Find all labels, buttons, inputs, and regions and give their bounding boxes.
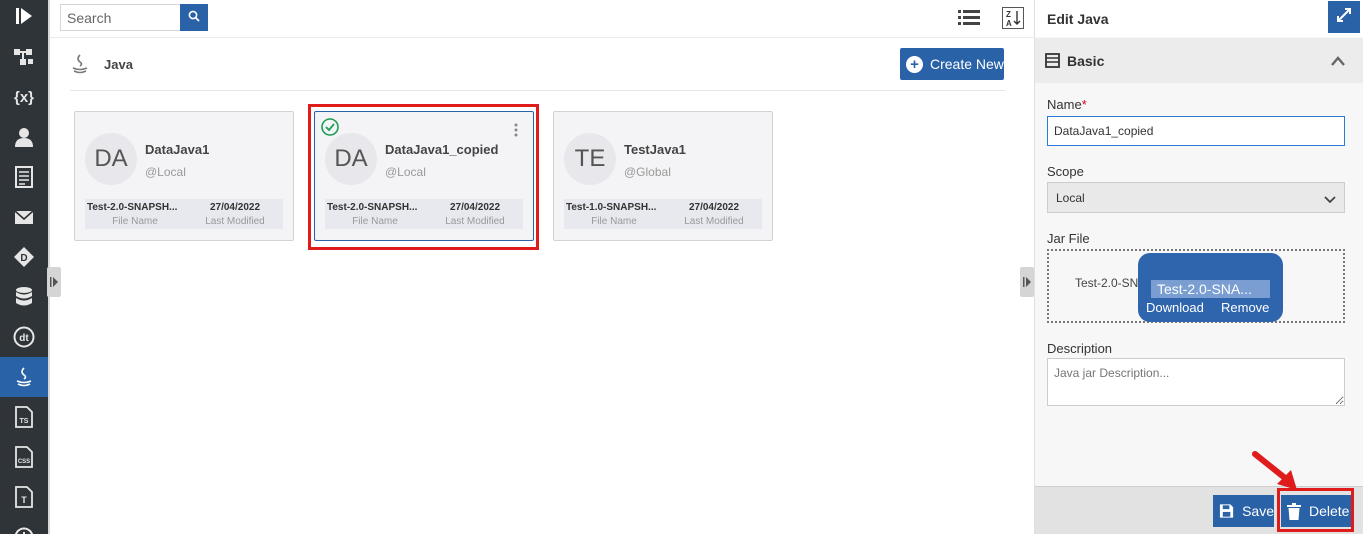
create-new-label: Create New xyxy=(930,56,1004,72)
edit-panel: Edit Java Basic Name* Scope Local xyxy=(1034,0,1363,534)
java-icon[interactable] xyxy=(0,357,48,397)
diamond-icon[interactable]: D xyxy=(0,237,48,277)
avatar: DA xyxy=(325,133,377,185)
jar-file-label: Jar File xyxy=(1047,231,1090,246)
download-link[interactable]: Download xyxy=(1146,300,1204,315)
card-file-name: Test-2.0-SNAPSH... xyxy=(327,202,418,213)
arrow-annotation-icon xyxy=(1252,451,1297,490)
last-modified-label: Last Modified xyxy=(684,216,744,227)
java-icon xyxy=(70,53,90,75)
workflow-icon[interactable] xyxy=(0,37,48,77)
card-info: Test-2.0-SNAPSH... 27/04/2022 File Name … xyxy=(325,199,523,229)
file-name-label: File Name xyxy=(591,216,637,227)
remove-link[interactable]: Remove xyxy=(1221,300,1269,315)
chevron-up-icon[interactable] xyxy=(1330,54,1346,66)
variables-icon[interactable]: {x} xyxy=(0,77,48,117)
card-date: 27/04/2022 xyxy=(209,202,261,213)
file-name-label: File Name xyxy=(352,216,398,227)
avatar: DA xyxy=(85,133,137,185)
card-date: 27/04/2022 xyxy=(688,202,740,213)
database-icon[interactable] xyxy=(0,277,48,317)
svg-text:Z: Z xyxy=(1006,10,1011,19)
collapse-left-handle[interactable] xyxy=(47,267,61,297)
css-file-icon[interactable]: CSS xyxy=(0,437,48,477)
more-options-icon[interactable] xyxy=(513,123,519,137)
last-modified-label: Last Modified xyxy=(205,216,265,227)
page-title: Java xyxy=(104,57,133,72)
highlight-box xyxy=(1277,488,1354,532)
toolbar-divider xyxy=(50,37,1034,38)
save-button[interactable]: Save xyxy=(1213,495,1274,527)
name-label: Name* xyxy=(1047,97,1087,112)
svg-text:D: D xyxy=(20,253,27,264)
svg-text:A: A xyxy=(1006,19,1012,28)
card-date: 27/04/2022 xyxy=(449,202,501,213)
ts-file-icon[interactable]: TS xyxy=(0,397,48,437)
panel-title: Edit Java xyxy=(1047,11,1109,27)
avatar: TE xyxy=(564,133,616,185)
card-info: Test-2.0-SNAPSH... 27/04/2022 File Name … xyxy=(85,199,283,229)
text-file-icon[interactable]: T xyxy=(0,477,48,517)
left-nav-rail: {x} D dt TS CSS T xyxy=(0,0,48,534)
jar-drop-zone[interactable]: Test-2.0-SN Test-2.0-SNA... Download Rem… xyxy=(1047,249,1345,323)
scope-value: Local xyxy=(1056,190,1085,205)
search-button[interactable] xyxy=(180,4,208,31)
java-card[interactable]: DA DataJava1 @Local Test-2.0-SNAPSH... 2… xyxy=(74,111,294,241)
card-name: DataJava1_copied xyxy=(385,142,499,157)
sort-az-icon[interactable]: ZA xyxy=(1002,7,1024,29)
create-new-button[interactable]: + Create New xyxy=(900,48,1004,80)
card-scope: @Local xyxy=(145,165,186,179)
mail-icon[interactable] xyxy=(0,197,48,237)
last-modified-label: Last Modified xyxy=(445,216,505,227)
user-icon[interactable] xyxy=(0,117,48,157)
expand-panel-button[interactable] xyxy=(1328,1,1360,33)
document-icon[interactable] xyxy=(0,157,48,197)
scope-label: Scope xyxy=(1047,164,1084,179)
save-icon xyxy=(1219,504,1234,518)
logo-icon[interactable] xyxy=(0,0,48,32)
card-name: DataJava1 xyxy=(145,142,210,157)
scope-select[interactable]: Local xyxy=(1047,182,1345,213)
card-file-name: Test-1.0-SNAPSH... xyxy=(566,202,657,213)
name-field[interactable] xyxy=(1047,116,1345,146)
save-label: Save xyxy=(1242,503,1274,519)
basic-section-header[interactable]: Basic xyxy=(1035,38,1363,83)
chevron-down-icon xyxy=(1324,193,1336,204)
plus-icon: + xyxy=(906,55,923,73)
jar-popup-file-name: Test-2.0-SNA... xyxy=(1151,280,1270,298)
description-field[interactable] xyxy=(1047,358,1345,406)
card-scope: @Global xyxy=(624,165,671,179)
svg-text:dt: dt xyxy=(19,333,29,344)
list-view-icon[interactable] xyxy=(957,6,981,30)
description-label: Description xyxy=(1047,341,1113,356)
card-scope: @Local xyxy=(385,165,426,179)
section-title: Basic xyxy=(1067,53,1105,69)
file-name-label: File Name xyxy=(112,216,158,227)
card-info: Test-1.0-SNAPSH... 27/04/2022 File Name … xyxy=(564,199,762,229)
header-divider xyxy=(70,90,1005,91)
jar-file-name: Test-2.0-SN xyxy=(1075,276,1139,290)
card-file-name: Test-2.0-SNAPSH... xyxy=(87,202,178,213)
dt-icon[interactable]: dt xyxy=(0,317,48,357)
java-card-selected[interactable]: DA DataJava1_copied @Local Test-2.0-SNAP… xyxy=(314,111,534,241)
java-card[interactable]: TE TestJava1 @Global Test-1.0-SNAPSH... … xyxy=(553,111,773,241)
panel-header: Edit Java xyxy=(1035,0,1363,37)
card-name: TestJava1 xyxy=(624,142,686,157)
required-mark: * xyxy=(1081,97,1087,112)
collapse-right-handle[interactable] xyxy=(1020,267,1034,297)
svg-text:TS: TS xyxy=(20,418,29,425)
svg-text:CSS: CSS xyxy=(18,459,30,465)
check-circle-icon xyxy=(321,118,339,136)
search-icon xyxy=(188,9,200,27)
expand-icon xyxy=(1336,7,1352,28)
jar-file-popup: Test-2.0-SNA... Download Remove xyxy=(1138,253,1283,322)
search-input[interactable] xyxy=(60,4,180,31)
app-root: {x} D dt TS CSS T Search Z A Java + Crea… xyxy=(0,0,1363,534)
clock-icon[interactable] xyxy=(0,517,48,534)
search-bar xyxy=(60,4,208,31)
svg-text:T: T xyxy=(21,495,27,505)
name-label-text: Name xyxy=(1047,97,1082,112)
form-icon xyxy=(1045,53,1060,68)
